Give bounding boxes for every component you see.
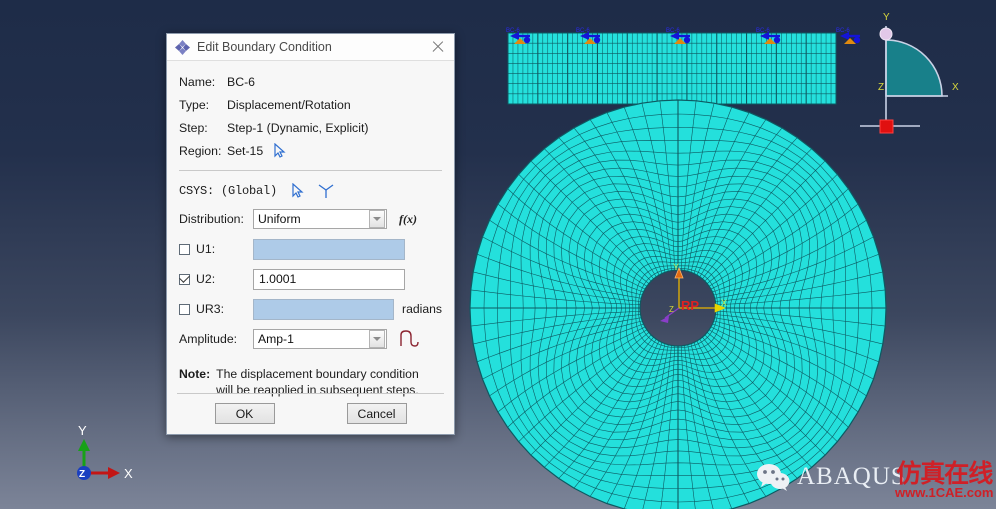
triad-y-label: Y — [78, 425, 87, 438]
geom-axis-y-label: Y — [883, 12, 890, 23]
step-label: Step: — [179, 120, 208, 135]
fx-label: f(x) — [399, 211, 417, 226]
datum-csys-icon[interactable] — [317, 182, 335, 200]
distribution-value: Uniform — [258, 212, 301, 226]
distribution-select[interactable]: Uniform — [253, 209, 387, 229]
dialog-button-row: OK Cancel — [167, 403, 454, 424]
rp-axis-z-label: Z — [669, 305, 674, 314]
edit-boundary-condition-dialog[interactable]: Edit Boundary Condition Name: BC-6 Type:… — [166, 33, 455, 435]
cursor-arrow-icon[interactable] — [290, 183, 306, 199]
u1-input — [253, 238, 405, 260]
name-value: BC-6 — [227, 74, 256, 89]
ur3-label: UR3: — [196, 302, 225, 316]
field-type-row: Type: Displacement/Rotation — [179, 93, 442, 116]
distribution-label: Distribution: — [179, 212, 244, 226]
ok-button[interactable]: OK — [214, 403, 275, 424]
field-step-row: Step: Step-1 (Dynamic, Explicit) — [179, 116, 442, 139]
step-value: Step-1 (Dynamic, Explicit) — [227, 120, 369, 135]
triad-z-label: Z — [79, 469, 85, 480]
region-label: Region: — [179, 143, 222, 158]
close-icon[interactable] — [428, 37, 448, 57]
dialog-titlebar[interactable]: Edit Boundary Condition — [167, 34, 454, 61]
name-label: Name: — [179, 74, 216, 89]
dialog-title: Edit Boundary Condition — [197, 40, 332, 54]
rectangular-mesh — [507, 32, 837, 105]
viewport-triad: Z Y X — [77, 425, 133, 481]
wechat-icon — [757, 464, 790, 491]
abaqus-diamond-icon — [175, 39, 190, 55]
svg-text:BC-6: BC-6 — [506, 28, 520, 34]
dof-ur3-row: UR3: radians — [179, 294, 442, 324]
ur3-unit-label: radians — [402, 302, 442, 316]
type-label: Type: — [179, 97, 210, 112]
ur3-input — [253, 298, 395, 320]
ur3-checkbox-wrap[interactable]: UR3: — [179, 302, 253, 316]
geometry-orientation-widget: Y Z X — [860, 12, 959, 134]
svg-text:BC-6: BC-6 — [666, 28, 680, 34]
reference-point-triad: Y X Z RP — [660, 262, 727, 323]
field-region-row: Region: Set-15 — [179, 139, 442, 162]
u1-label: U1: — [196, 242, 216, 256]
u2-checkbox[interactable] — [179, 272, 190, 285]
u1-checkbox[interactable] — [179, 243, 190, 255]
abaqus-logo-group: ABAQUS — [756, 462, 906, 492]
watermark-cn-text: 仿真在线 — [896, 459, 993, 488]
note-line-2: will be reapplied in subsequent steps. — [216, 383, 419, 397]
u2-checkbox-wrap[interactable]: U2: — [179, 272, 253, 286]
watermark-url-text: www.1CAE.com — [895, 485, 994, 500]
chevron-down-icon[interactable] — [369, 330, 385, 348]
u1-checkbox-wrap[interactable]: U1: — [179, 242, 253, 256]
amplitude-wave-icon[interactable] — [398, 329, 420, 349]
reference-point-label: RP — [681, 298, 699, 313]
csys-label: CSYS: — [179, 184, 215, 198]
amplitude-value: Amp-1 — [258, 332, 294, 346]
region-value: Set-15 — [227, 143, 264, 158]
divider-2 — [177, 393, 444, 394]
dof-u1-row: U1: — [179, 234, 442, 264]
chevron-down-icon[interactable] — [369, 210, 385, 228]
geom-axis-z-label: Z — [878, 82, 884, 93]
distribution-row: Distribution: Uniform f(x) — [179, 204, 442, 234]
type-value: Displacement/Rotation — [227, 97, 351, 112]
csys-row: CSYS: (Global) — [179, 178, 442, 204]
u2-input[interactable]: 1.0001 — [253, 268, 405, 290]
dof-u2-row: U2: 1.0001 — [179, 264, 442, 294]
mesh-graphics: BC-6 BC-6 BC-6 BC-6 BC-6 — [469, 28, 887, 509]
divider-1 — [179, 170, 442, 171]
geom-axis-x-label: X — [952, 82, 959, 93]
cancel-button[interactable]: Cancel — [346, 403, 407, 424]
amplitude-row: Amplitude: Amp-1 — [179, 324, 442, 354]
abaqus-viewport[interactable]: BC-6BC-6BC-6BC-6BC-6 Y Z X Y X Z RP 1CAE — [0, 0, 996, 509]
field-name-row: Name: BC-6 — [179, 70, 442, 93]
amplitude-label: Amplitude: — [179, 332, 238, 346]
rp-axis-y-label: Y — [673, 262, 679, 272]
csys-value: (Global) — [221, 184, 278, 198]
rp-axis-x-label: X — [721, 298, 727, 308]
ur3-checkbox[interactable] — [179, 303, 190, 315]
u2-label: U2: — [196, 272, 216, 286]
dialog-body: Name: BC-6 Type: Displacement/Rotation S… — [167, 61, 454, 398]
triad-x-label: X — [124, 466, 133, 481]
abaqus-brand-text: ABAQUS — [797, 463, 906, 490]
svg-text:BC-6: BC-6 — [756, 28, 770, 34]
note-line-1: The displacement boundary condition — [216, 367, 419, 381]
site-watermark: 仿真在线 www.1CAE.com — [895, 461, 993, 500]
amplitude-select[interactable]: Amp-1 — [253, 329, 387, 349]
region-cursor-arrow-icon[interactable] — [272, 142, 288, 159]
svg-text:BC-6: BC-6 — [576, 28, 590, 34]
